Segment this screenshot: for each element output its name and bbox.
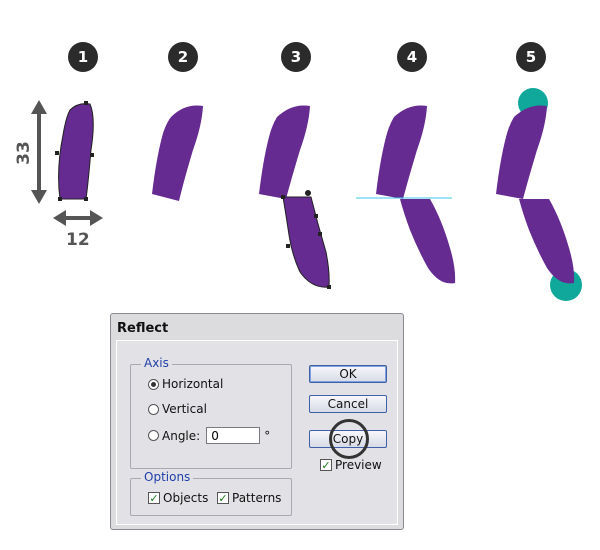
- copy-highlight-circle: [329, 419, 369, 459]
- objects-checkbox[interactable]: ✓: [148, 492, 160, 504]
- vertical-radio[interactable]: [148, 403, 159, 415]
- patterns-checkbox-option[interactable]: ✓ Patterns: [217, 491, 281, 505]
- vertical-radio-option[interactable]: Vertical: [148, 402, 207, 416]
- preview-checkbox-option[interactable]: ✓ Preview: [320, 458, 382, 472]
- horizontal-radio-option[interactable]: Horizontal: [148, 377, 223, 391]
- degree-symbol: °: [264, 428, 271, 443]
- angle-radio[interactable]: [148, 430, 159, 441]
- step-5-top-shape: [496, 105, 547, 199]
- step-2-shape: [152, 105, 203, 201]
- width-dimension-arrow: [53, 210, 103, 226]
- ok-button[interactable]: OK: [309, 365, 387, 383]
- step-5-bottom-shape: [519, 199, 575, 284]
- horizontal-label: Horizontal: [162, 377, 224, 391]
- angle-radio-option[interactable]: Angle: °: [148, 427, 270, 444]
- vertical-label: Vertical: [162, 402, 207, 416]
- objects-checkbox-option[interactable]: ✓ Objects: [148, 491, 208, 505]
- axis-group: Axis Horizontal Vertical Angle: °: [130, 356, 292, 469]
- step-3-reflected-shape: [281, 190, 331, 289]
- angle-input[interactable]: [206, 427, 261, 444]
- dialog-title: Reflect: [117, 321, 169, 336]
- dialog-body: Axis Horizontal Vertical Angle: ° Option…: [116, 340, 398, 525]
- patterns-checkbox[interactable]: ✓: [217, 492, 229, 504]
- preview-checkbox[interactable]: ✓: [320, 459, 332, 471]
- step-4-bottom-shape: [400, 199, 456, 284]
- preview-label: Preview: [335, 458, 382, 472]
- axis-group-title: Axis: [141, 356, 172, 370]
- step-3-top-shape: [259, 105, 310, 199]
- step-1-shape: [55, 101, 94, 201]
- objects-label: Objects: [163, 491, 209, 505]
- reflect-dialog: Reflect Axis Horizontal Vertical Angle: …: [110, 313, 404, 530]
- options-group-title: Options: [141, 470, 194, 484]
- options-group: Options ✓ Objects ✓ Patterns: [130, 470, 292, 516]
- patterns-label: Patterns: [232, 491, 282, 505]
- height-dimension-label: 33: [13, 141, 34, 165]
- angle-label: Angle:: [162, 428, 201, 443]
- width-dimension-label: 12: [66, 230, 90, 250]
- illustration: [31, 88, 582, 301]
- cancel-button[interactable]: Cancel: [309, 395, 387, 413]
- horizontal-radio[interactable]: [148, 378, 159, 390]
- step-4-top-shape: [376, 105, 427, 199]
